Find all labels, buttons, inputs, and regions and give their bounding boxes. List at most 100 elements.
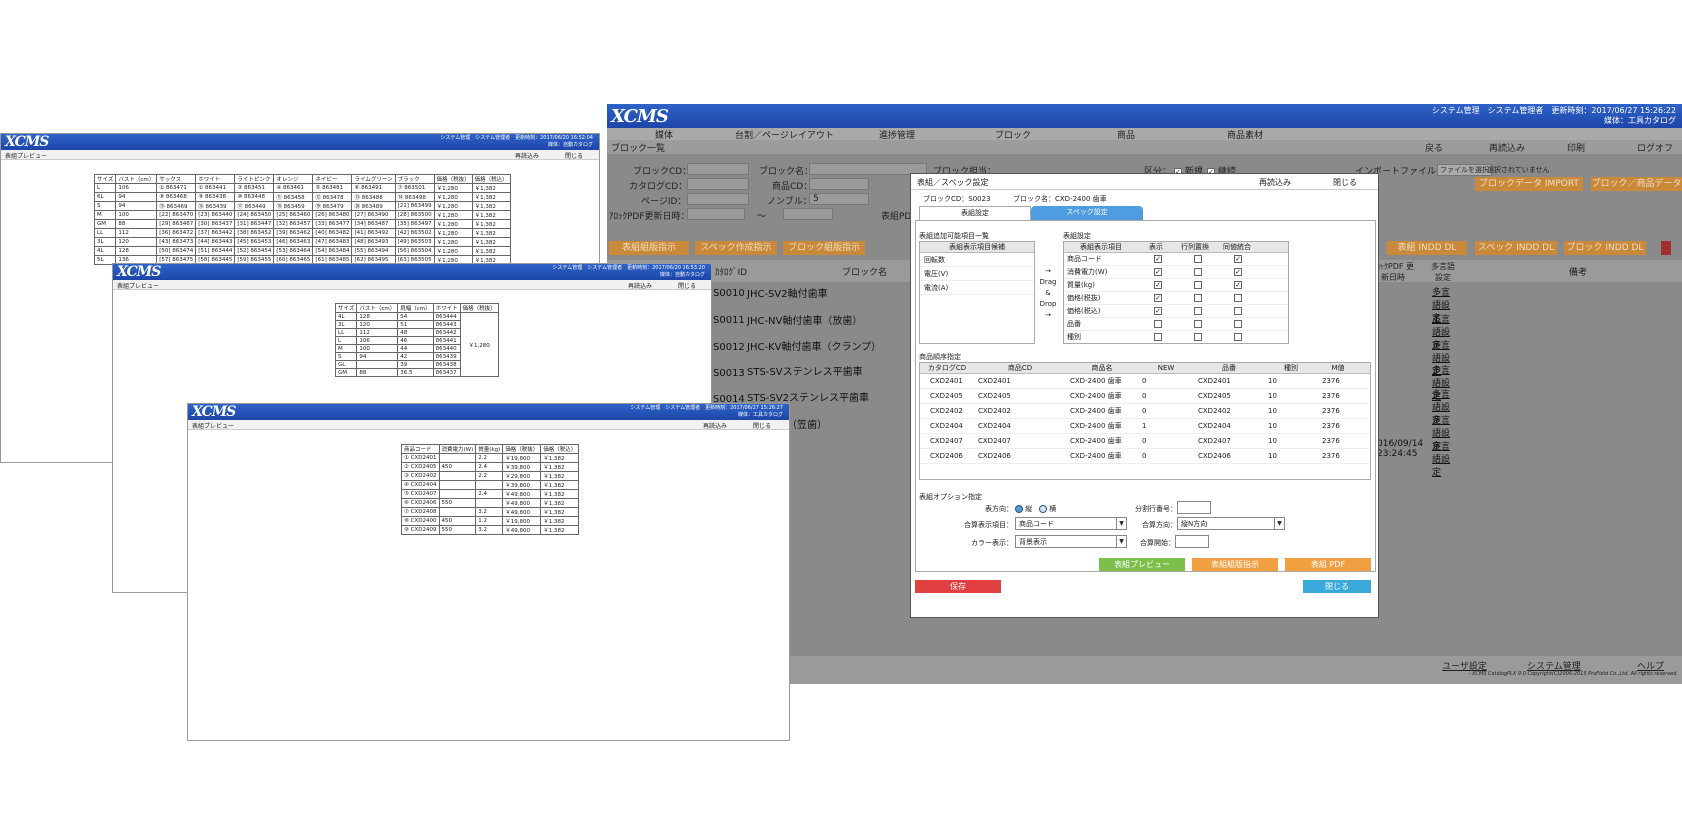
checkbox-icon[interactable]: ✓ xyxy=(1154,294,1162,302)
merge-direction-select[interactable]: 縦N方向 ▼ xyxy=(1177,517,1285,530)
category-cd-input[interactable] xyxy=(687,178,749,190)
dialog-close-link[interactable]: 閉じる xyxy=(1333,177,1357,188)
checkbox-icon[interactable]: ✓ xyxy=(1154,307,1162,315)
merge-start-input[interactable] xyxy=(1175,535,1209,548)
list-item[interactable]: 価格(税抜) ✓ xyxy=(1064,292,1288,305)
spec-indd-dl-button[interactable]: スペック INDD DL xyxy=(1475,241,1557,255)
row-name[interactable]: STS-SVステンレス平歯車 xyxy=(747,363,863,378)
close-button[interactable]: 閉じる xyxy=(565,151,583,160)
product-order-table[interactable]: カタログCD 商品CD 商品名 NEW 品番 種別 M値 CXD2401 CXD2401 CXD… xyxy=(919,362,1371,480)
delete-icon[interactable] xyxy=(1661,241,1671,255)
checkbox-icon[interactable] xyxy=(1154,333,1162,341)
row-name[interactable]: JHC-SV2軸付歯車 xyxy=(747,285,828,300)
block-cd-input[interactable] xyxy=(687,163,749,175)
reload-button[interactable]: 再読込み xyxy=(628,281,652,290)
preview-table-1: サイズ バスト（cm） サックス ホワイト ライトピンク オレンジ ネイビー ライムグリーンブ… xyxy=(93,174,511,265)
table-row[interactable]: CXD2406 CXD2406 CXD-2400 歯車 0 CXD2406 10 2376 xyxy=(920,449,1370,464)
block-indd-dl-button[interactable]: ブロック INDD DL xyxy=(1564,241,1646,255)
checkbox-icon[interactable] xyxy=(1194,294,1202,302)
checkbox-icon[interactable] xyxy=(1194,281,1202,289)
checkbox-icon[interactable]: ✓ xyxy=(1234,268,1242,276)
split-row-input[interactable] xyxy=(1177,501,1211,514)
save-button[interactable]: 保存 xyxy=(915,580,1001,593)
table-order-button[interactable]: 表組組版指示 xyxy=(609,241,689,255)
table-cell: CXD2406 xyxy=(1198,452,1231,460)
checkbox-icon[interactable] xyxy=(1194,268,1202,276)
checkbox-icon[interactable] xyxy=(1194,320,1202,328)
checkbox-icon[interactable]: ✓ xyxy=(1154,255,1162,263)
list-item[interactable]: 商品コード ✓ ✓ xyxy=(1064,253,1288,266)
row-name[interactable]: JHC-NV軸付歯車（放歯） xyxy=(747,312,862,327)
table-cell: GM xyxy=(334,368,358,377)
block-product-data-button[interactable]: ブロック／商品データ xyxy=(1591,177,1682,191)
table-cell: ￥1,382 xyxy=(471,210,511,220)
checkbox-icon[interactable] xyxy=(1194,307,1202,315)
table-indd-dl-button[interactable]: 表組 INDD DL xyxy=(1387,241,1467,255)
checkbox-icon[interactable]: ✓ xyxy=(1154,281,1162,289)
checkbox-icon[interactable] xyxy=(1234,333,1242,341)
tab-table-settings[interactable]: 表組設定 xyxy=(919,206,1031,220)
checkbox-icon[interactable] xyxy=(1194,333,1202,341)
column-header: 種別 xyxy=(1284,364,1298,372)
merge-item-select[interactable]: 商品コード ▼ xyxy=(1015,517,1127,530)
list-item[interactable]: 種別 xyxy=(1064,331,1288,343)
block-order-button[interactable]: ブロック組版指示 xyxy=(783,241,865,255)
table-row[interactable]: CXD2402 CXD2402 CXD-2400 歯車 0 CXD2402 10 2376 xyxy=(920,404,1370,419)
list-item[interactable]: 電流(A) xyxy=(920,281,1034,295)
list-item[interactable]: 価格(税込) ✓ xyxy=(1064,305,1288,318)
table-settings-list[interactable]: 表組表示項目 表示 行列置換 同値統合 商品コード ✓ ✓ 消費電力(W) ✓ ✓ 質量(kg) ✓… xyxy=(1063,241,1289,344)
file-select-button[interactable]: ファイルを選択 xyxy=(1437,164,1492,176)
direction-horizontal[interactable]: 横 xyxy=(1039,504,1056,514)
addable-items-title: 表組追加可能項目一覧 xyxy=(919,232,989,240)
table-row[interactable]: CXD2401 CXD2401 CXD-2400 歯車 0 CXD2401 10 2376 xyxy=(920,374,1370,389)
block-import-button[interactable]: ブロックデータ IMPORT xyxy=(1475,177,1583,191)
table-pdf-button[interactable]: 表組 PDF xyxy=(1285,558,1371,571)
back-button[interactable]: 戻る xyxy=(1425,141,1443,154)
checkbox-icon[interactable] xyxy=(1194,255,1202,263)
lang-link[interactable]: 多言語設定 xyxy=(1432,439,1458,478)
addable-items-list[interactable]: 表組表示項目候補 回転数 電圧(V) 電流(A) xyxy=(919,241,1035,344)
checkbox-icon[interactable]: ✓ xyxy=(1234,255,1242,263)
checkbox-icon[interactable]: ✓ xyxy=(1234,281,1242,289)
nombre-input[interactable]: 5 xyxy=(809,193,869,205)
table-preview-button[interactable]: 表組プレビュー xyxy=(1099,558,1185,571)
checkbox-icon[interactable] xyxy=(1234,294,1242,302)
row-name[interactable]: JHC-KV軸付歯車（クランプ） xyxy=(747,338,881,353)
table-row[interactable]: CXD2404 CXD2404 CXD-2400 歯車 1 CXD2404 10 2376 xyxy=(920,419,1370,434)
checkbox-icon[interactable] xyxy=(1234,320,1242,328)
pdf-date-to[interactable] xyxy=(783,208,833,220)
table-cell: [33] 863477 xyxy=(312,219,353,229)
table-cell: CXD-2400 歯車 xyxy=(1070,437,1122,445)
list-item[interactable]: 質量(kg) ✓ ✓ xyxy=(1064,279,1288,292)
row-name[interactable]: STS-SV2ステンレス平歯車 xyxy=(747,389,869,404)
close-button[interactable]: 閉じる xyxy=(1303,580,1371,593)
close-button[interactable]: 閉じる xyxy=(753,421,771,430)
spec-order-button[interactable]: スペック作成指示 xyxy=(695,241,777,255)
dialog-reload-button[interactable]: 再読込み xyxy=(1259,177,1291,188)
reload-button[interactable]: 再読込み xyxy=(515,151,539,160)
color-select[interactable]: 背景表示 ▼ xyxy=(1015,535,1127,548)
print-button[interactable]: 印刷 xyxy=(1567,141,1585,154)
reload-button[interactable]: 再読込み xyxy=(703,421,727,430)
logoff-button[interactable]: ログオフ xyxy=(1637,141,1673,154)
direction-vertical[interactable]: 縦 xyxy=(1015,504,1032,514)
table-row[interactable]: CXD2405 CXD2405 CXD-2400 歯車 0 CXD2405 10 2376 xyxy=(920,389,1370,404)
column-header: 品番 xyxy=(1222,364,1236,372)
checkbox-icon[interactable] xyxy=(1234,307,1242,315)
list-item[interactable]: 電圧(V) xyxy=(920,267,1034,281)
table-cell: [24] 863450 xyxy=(234,210,275,220)
table-order-button[interactable]: 表組組版指示 xyxy=(1192,558,1278,571)
table-cell: [29] 863467 xyxy=(156,219,197,229)
close-button[interactable]: 閉じる xyxy=(678,281,696,290)
list-item[interactable]: 回転数 xyxy=(920,253,1034,267)
checkbox-icon[interactable]: ✓ xyxy=(1154,268,1162,276)
pdf-date-from[interactable] xyxy=(687,208,745,220)
checkbox-icon[interactable] xyxy=(1154,320,1162,328)
table-row[interactable]: CXD2407 CXD2407 CXD-2400 歯車 0 CXD2407 10 2376 xyxy=(920,434,1370,449)
list-item[interactable]: 消費電力(W) ✓ ✓ xyxy=(1064,266,1288,279)
tab-spec-settings[interactable]: スペック設定 xyxy=(1031,206,1143,220)
reload-button[interactable]: 再読込み xyxy=(1489,141,1525,154)
page-id-input[interactable] xyxy=(687,193,749,205)
product-cd-input[interactable] xyxy=(809,178,869,190)
list-item[interactable]: 品番 xyxy=(1064,318,1288,331)
